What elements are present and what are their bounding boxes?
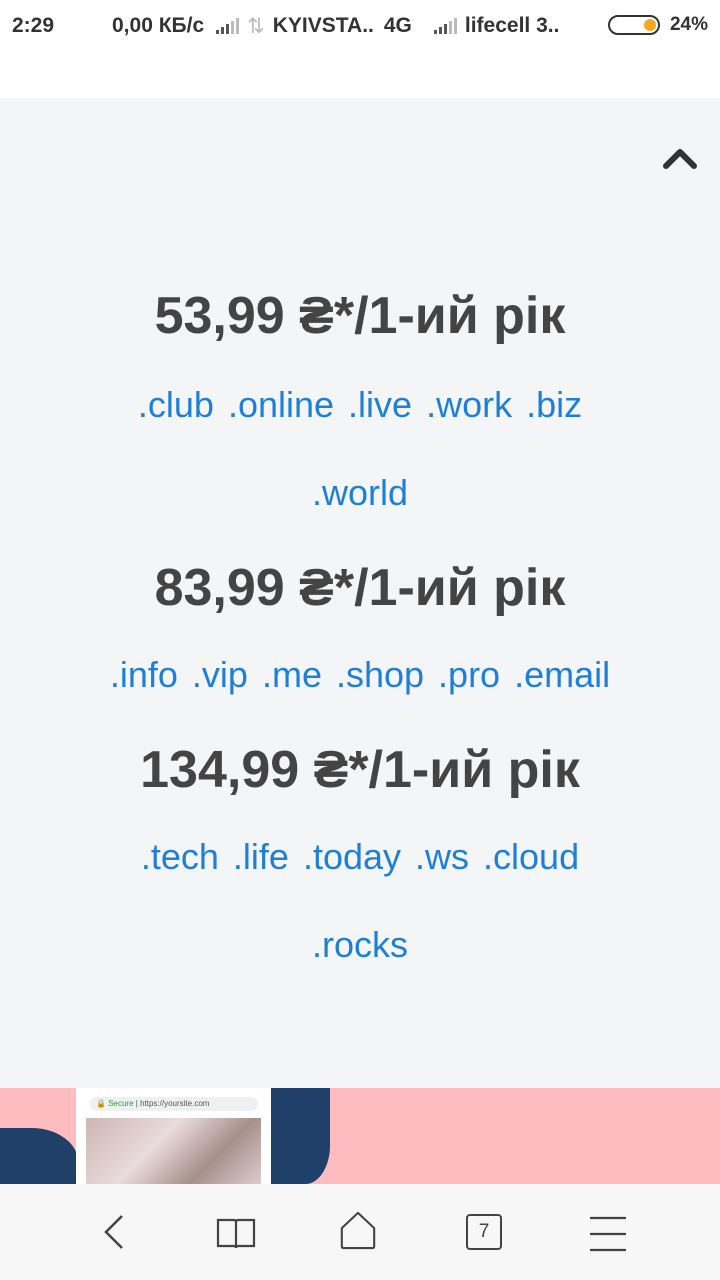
book-icon[interactable] [216, 1212, 256, 1252]
zone-link[interactable]: .pro [438, 654, 500, 695]
zone-link[interactable]: .online [228, 384, 334, 425]
zones-tier-2-line-1: .info .vip .me .shop .pro .email [0, 654, 720, 696]
decor-shape [268, 1088, 330, 1184]
carrier-name-2: lifecell 3.. [464, 14, 560, 37]
zones-tier-1-line-1: .club .online .live .work .biz [0, 384, 720, 426]
price-tier-1: 53,99 ₴*/1-ий рік [154, 287, 566, 345]
zone-link[interactable]: .ws [415, 836, 469, 877]
zone-link[interactable]: .vip [192, 654, 248, 695]
home-icon[interactable] [338, 1210, 378, 1250]
battery-percent: 24% [669, 14, 708, 35]
tabs-button[interactable]: 7 [466, 1214, 502, 1250]
status-speed: 0,00 КБ/с [112, 14, 205, 37]
phone-mockup: 🔒 Secure | https://yoursite.com [76, 1088, 271, 1184]
zone-link[interactable]: .club [138, 384, 214, 425]
promo-image: 🔒 Secure | https://yoursite.com [0, 1088, 720, 1184]
zone-link[interactable]: .cloud [483, 836, 579, 877]
zone-link[interactable]: .live [348, 384, 412, 425]
zone-link[interactable]: .life [233, 836, 289, 877]
zone-link[interactable]: .today [303, 836, 401, 877]
mock-url-bar: 🔒 Secure | https://yoursite.com [90, 1097, 258, 1111]
data-transfer-icon: ⇅ [247, 14, 265, 38]
status-bar: 2:29 0,00 КБ/с ⇅ KYIVSTA.. 4G lifecell 3… [0, 0, 720, 52]
chevron-up-icon[interactable] [662, 144, 698, 172]
status-time: 2:29 [12, 14, 55, 37]
price-tier-2: 83,99 ₴*/1-ий рік [154, 559, 566, 617]
carrier-name: KYIVSTA.. [272, 14, 374, 37]
zone-link[interactable]: .shop [336, 654, 424, 695]
zones-tier-1-line-2: .world [0, 472, 720, 514]
page-top [0, 52, 720, 98]
zone-link[interactable]: .biz [526, 384, 582, 425]
price-tier-3: 134,99 ₴*/1-ий рік [140, 741, 580, 799]
mock-photo [86, 1118, 261, 1184]
zone-link[interactable]: .rocks [312, 924, 408, 965]
signal-icon [216, 18, 240, 34]
zone-link[interactable]: .world [312, 472, 408, 513]
zone-link[interactable]: .tech [141, 836, 219, 877]
signal-icon-2 [433, 18, 457, 34]
menu-icon[interactable] [588, 1214, 628, 1254]
network-type: 4G [383, 14, 412, 37]
zone-link[interactable]: .info [110, 654, 178, 695]
battery-icon [608, 15, 660, 35]
zones-tier-3-line-2: .rocks [0, 924, 720, 966]
zone-link[interactable]: .work [426, 384, 512, 425]
zone-link[interactable]: .me [262, 654, 322, 695]
zone-link[interactable]: .email [514, 654, 610, 695]
zones-tier-3-line-1: .tech .life .today .ws .cloud [0, 836, 720, 878]
decor-shape [0, 1128, 78, 1184]
back-icon[interactable] [96, 1212, 136, 1252]
